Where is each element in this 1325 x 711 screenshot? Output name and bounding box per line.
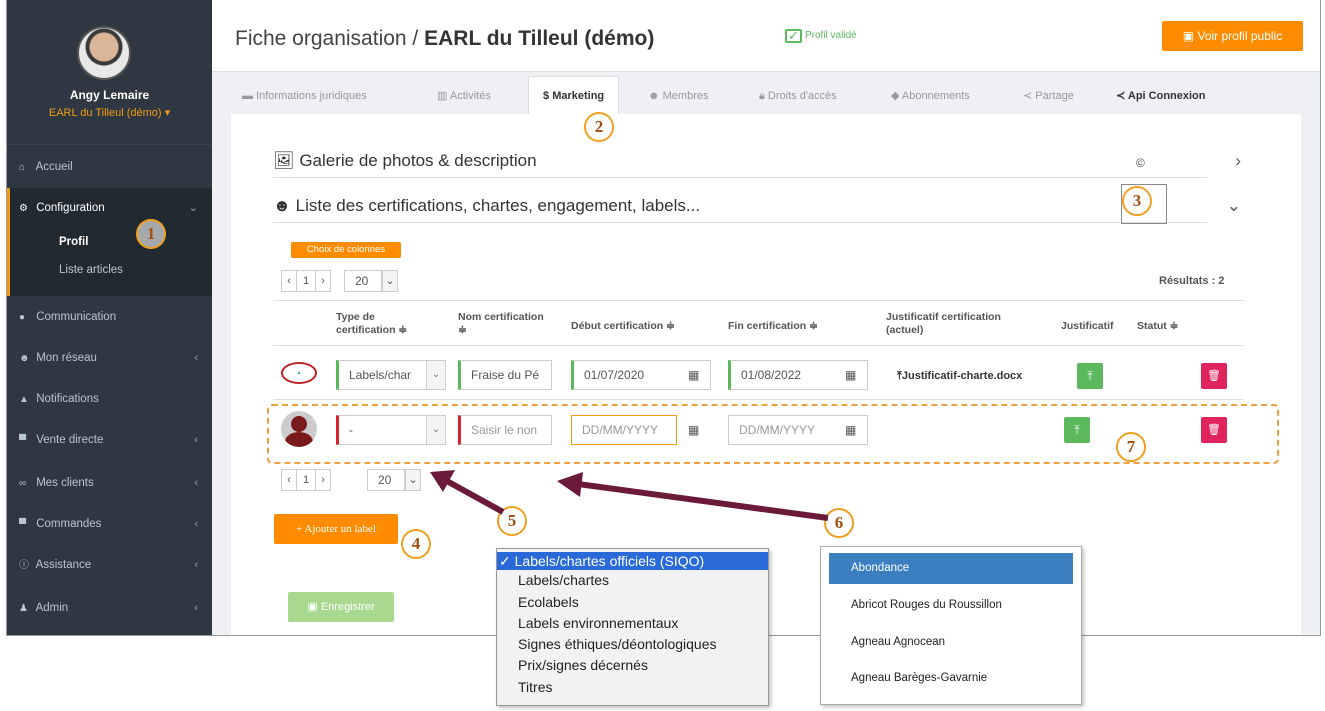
name-option[interactable]: Abricot Rouges du Roussillon: [829, 599, 1002, 611]
type-option[interactable]: Titres: [497, 679, 552, 695]
type-option-selected[interactable]: ✓ Labels/chartes officiels (SIQO): [497, 552, 768, 570]
type-option[interactable]: Labels/chartes: [497, 572, 609, 588]
type-option[interactable]: Labels environnementaux: [497, 615, 678, 631]
type-options-dropdown: ✓ Labels/chartes officiels (SIQO) Labels…: [496, 548, 769, 706]
app-root: Angy Lemaire EARL du Tilleul (démo) ▾ ⌂ …: [0, 0, 1325, 711]
arrow-6: [577, 481, 829, 521]
arrow-5: [443, 477, 505, 515]
name-option-selected[interactable]: Abondance: [829, 553, 1073, 584]
name-option[interactable]: Agneau Agnocean: [829, 636, 945, 648]
name-option[interactable]: Agneau Barèges-Gavarnie: [829, 672, 987, 684]
arrow-6-head: [557, 472, 583, 497]
type-option[interactable]: Prix/signes décernés: [497, 657, 648, 673]
type-option[interactable]: Ecolabels: [497, 594, 579, 610]
name-options-dropdown: Abondance Abricot Rouges du Roussillon A…: [820, 546, 1082, 705]
type-option[interactable]: Signes éthiques/déontologiques: [497, 636, 717, 652]
